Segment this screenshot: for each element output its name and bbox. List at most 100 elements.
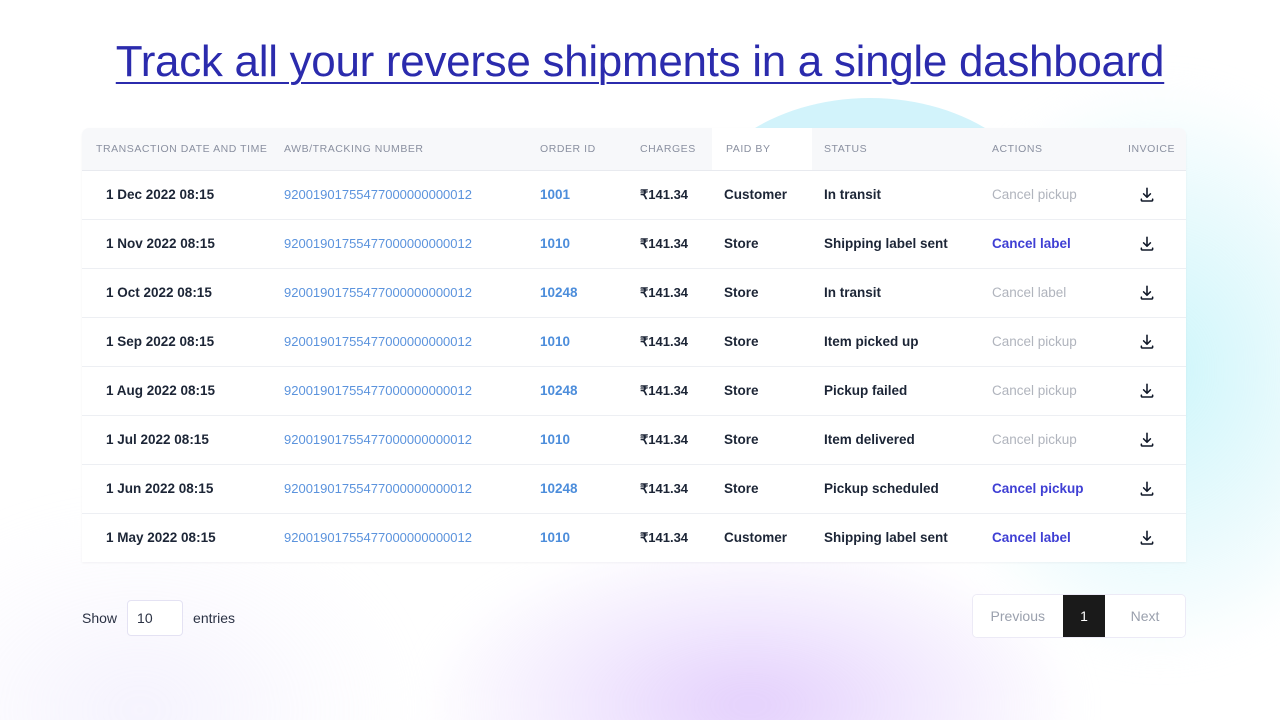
cell-actions[interactable]: Cancel pickup — [980, 415, 1116, 464]
column-header-paid-by: PAID BY — [712, 128, 812, 170]
cancel-action-link[interactable]: Cancel label — [992, 530, 1071, 545]
cell-awb-number[interactable]: 92001901755477000000000012 — [272, 366, 528, 415]
cell-transaction-date: 1 Sep 2022 08:15 — [106, 334, 215, 349]
cancel-action-link: Cancel pickup — [992, 334, 1077, 349]
cell-awb-number[interactable]: 92001901755477000000000012 — [272, 170, 528, 219]
table-row: 1 Nov 2022 08:15 920019017554770000000000… — [82, 219, 1186, 268]
download-icon[interactable] — [1138, 529, 1156, 545]
download-icon[interactable] — [1138, 382, 1156, 398]
cell-charges: ₹141.34 — [640, 186, 689, 202]
page-number-1[interactable]: 1 — [1063, 595, 1105, 637]
cell-actions[interactable]: Cancel label — [980, 268, 1116, 317]
cell-order-id[interactable]: 10248 — [528, 268, 628, 317]
cell-order-id[interactable]: 1010 — [528, 219, 628, 268]
cell-transaction-date: 1 Jun 2022 08:15 — [106, 481, 214, 496]
cell-charges: ₹141.34 — [640, 235, 689, 251]
cell-transaction-date: 1 Jul 2022 08:15 — [106, 432, 209, 447]
download-icon[interactable] — [1138, 186, 1156, 202]
cell-order-id[interactable]: 10248 — [528, 366, 628, 415]
cell-transaction-date: 1 Aug 2022 08:15 — [106, 383, 216, 398]
cell-invoice[interactable] — [1116, 366, 1186, 415]
cell-awb-number[interactable]: 92001901755477000000000012 — [272, 317, 528, 366]
cell-actions[interactable]: Cancel label — [980, 513, 1116, 562]
table-row: 1 Dec 2022 08:15 920019017554770000000000… — [82, 170, 1186, 219]
cell-order-id[interactable]: 1010 — [528, 513, 628, 562]
cell-paid-by: Store — [712, 317, 812, 366]
table-body: 1 Dec 2022 08:15 920019017554770000000000… — [82, 170, 1186, 562]
cell-order-id[interactable]: 10248 — [528, 464, 628, 513]
cell-status: In transit — [824, 187, 882, 202]
shipments-table: TRANSACTION DATE AND TIME AWB/TRACKING N… — [82, 128, 1186, 562]
cancel-action-link: Cancel pickup — [992, 187, 1077, 202]
cell-charges: ₹141.34 — [640, 382, 689, 398]
entries-label: entries — [193, 610, 236, 626]
cell-invoice[interactable] — [1116, 219, 1186, 268]
cell-actions[interactable]: Cancel pickup — [980, 317, 1116, 366]
column-header-actions: ACTIONS — [992, 142, 1043, 155]
cell-paid-by: Customer — [712, 513, 812, 562]
cell-order-id[interactable]: 1010 — [528, 317, 628, 366]
entries-per-page-input[interactable] — [127, 600, 184, 636]
cell-transaction-date: 1 Dec 2022 08:15 — [106, 187, 215, 202]
cell-awb-number[interactable]: 92001901755477000000000012 — [272, 464, 528, 513]
download-icon[interactable] — [1138, 333, 1156, 349]
cell-actions[interactable]: Cancel pickup — [980, 464, 1116, 513]
cell-paid-by: Store — [712, 464, 812, 513]
column-header-order-id: ORDER ID — [540, 142, 596, 155]
cell-paid-by: Store — [712, 268, 812, 317]
cancel-action-link: Cancel label — [992, 285, 1067, 300]
cancel-action-link: Cancel pickup — [992, 432, 1077, 447]
cancel-action-link[interactable]: Cancel pickup — [992, 481, 1084, 496]
column-header-date: TRANSACTION DATE AND TIME — [96, 142, 268, 155]
cell-transaction-date: 1 May 2022 08:15 — [106, 530, 216, 546]
cell-awb-number[interactable]: 92001901755477000000000012 — [272, 219, 528, 268]
download-icon[interactable] — [1138, 480, 1156, 496]
table-row: 1 Aug 2022 08:15 920019017554770000000000… — [82, 366, 1186, 415]
pagination: Previous 1 Next — [971, 594, 1186, 638]
cell-invoice[interactable] — [1116, 268, 1186, 317]
cell-order-id[interactable]: 1001 — [528, 170, 628, 219]
table-row: 1 Jul 2022 08:15 920019017554770000000000… — [82, 415, 1186, 464]
cell-actions[interactable]: Cancel pickup — [980, 170, 1116, 219]
column-header-charges: CHARGES — [640, 142, 696, 155]
table-footer: Show entries Previous 1 Next — [82, 594, 1186, 642]
cell-invoice[interactable] — [1116, 317, 1186, 366]
download-icon[interactable] — [1138, 431, 1156, 447]
cell-paid-by: Store — [712, 366, 812, 415]
cell-awb-number[interactable]: 92001901755477000000000012 — [272, 415, 528, 464]
download-icon[interactable] — [1138, 235, 1156, 251]
cell-charges: ₹141.34 — [640, 431, 689, 447]
cell-paid-by: Customer — [712, 170, 812, 219]
cell-status: Shipping label sent — [824, 530, 948, 546]
cell-awb-number[interactable]: 92001901755477000000000012 — [272, 268, 528, 317]
cell-awb-number[interactable]: 92001901755477000000000012 — [272, 513, 528, 562]
cell-paid-by: Store — [712, 415, 812, 464]
cell-invoice[interactable] — [1116, 513, 1186, 562]
cell-actions[interactable]: Cancel label — [980, 219, 1116, 268]
cell-actions[interactable]: Cancel pickup — [980, 366, 1116, 415]
table-row: 1 Oct 2022 08:15 920019017554770000000000… — [82, 268, 1186, 317]
cell-status: Pickup scheduled — [824, 481, 939, 496]
table-head: TRANSACTION DATE AND TIME AWB/TRACKING N… — [82, 128, 1186, 170]
cell-order-id[interactable]: 1010 — [528, 415, 628, 464]
cell-invoice[interactable] — [1116, 415, 1186, 464]
shipments-table-card: TRANSACTION DATE AND TIME AWB/TRACKING N… — [82, 128, 1186, 562]
download-icon[interactable] — [1138, 284, 1156, 300]
cell-invoice[interactable] — [1116, 170, 1186, 219]
cancel-action-link[interactable]: Cancel label — [992, 236, 1071, 251]
next-page-button[interactable]: Next — [1105, 595, 1185, 637]
cell-charges: ₹141.34 — [640, 480, 689, 496]
cancel-action-link: Cancel pickup — [992, 383, 1077, 398]
cell-transaction-date: 1 Oct 2022 08:15 — [106, 285, 212, 300]
table-row: 1 May 2022 08:15 920019017554770000000000… — [82, 513, 1186, 562]
column-header-invoice: INVOICE — [1128, 142, 1176, 155]
cell-transaction-date: 1 Nov 2022 08:15 — [106, 236, 215, 251]
previous-page-button[interactable]: Previous — [972, 595, 1063, 637]
cell-status: Shipping label sent — [824, 236, 948, 251]
column-header-awb: AWB/TRACKING NUMBER — [284, 142, 424, 155]
cell-paid-by: Store — [712, 219, 812, 268]
cell-charges: ₹141.34 — [640, 284, 689, 300]
cell-charges: ₹141.34 — [640, 333, 689, 349]
page-title: Track all your reverse shipments in a si… — [115, 37, 1165, 86]
cell-invoice[interactable] — [1116, 464, 1186, 513]
